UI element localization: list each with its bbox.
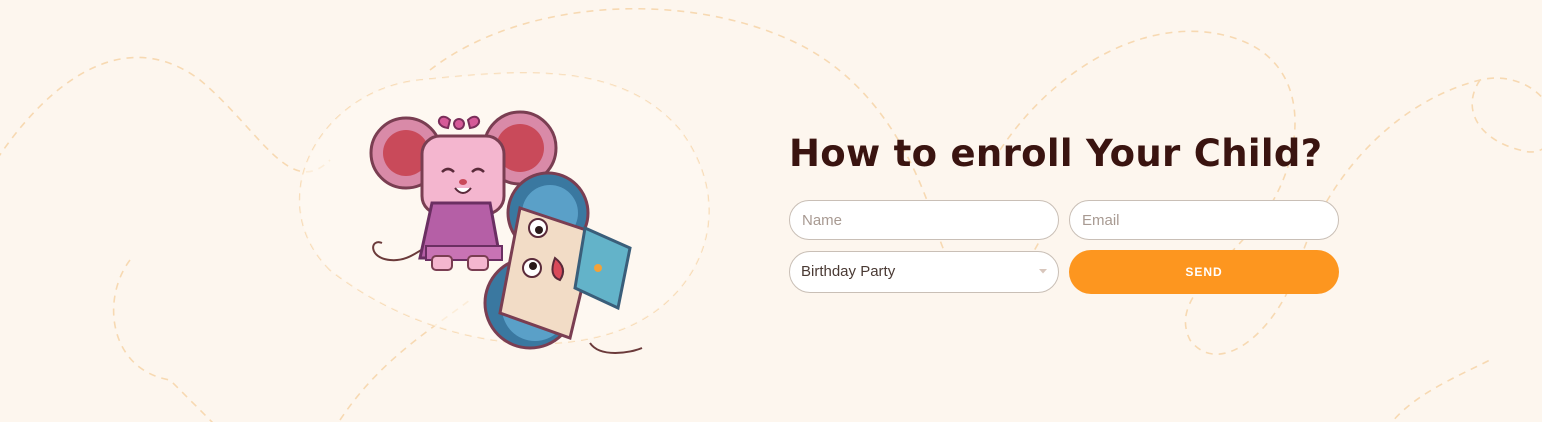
name-input[interactable] — [789, 200, 1059, 240]
blue-mouse — [483, 171, 643, 354]
mice-illustration — [369, 110, 643, 354]
chevron-down-icon — [1039, 269, 1047, 274]
email-input[interactable] — [1069, 200, 1339, 240]
party-type-selected-value: Birthday Party — [801, 263, 896, 280]
party-type-select[interactable]: Birthday Party — [789, 251, 1059, 293]
enroll-form-section: How to enroll Your Child? Birthday Party… — [789, 130, 1339, 294]
enroll-title: How to enroll Your Child? — [789, 132, 1323, 175]
send-button[interactable]: SEND — [1069, 250, 1339, 294]
